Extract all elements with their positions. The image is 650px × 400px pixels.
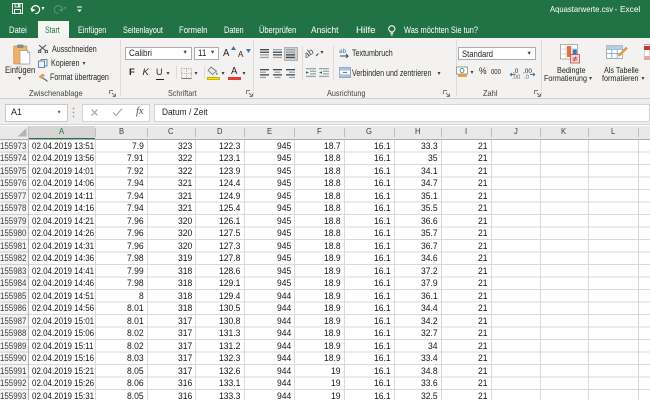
svg-text:ab: ab	[339, 48, 347, 55]
svg-text:,0: ,0	[513, 68, 519, 75]
svg-text:,00: ,00	[523, 68, 532, 75]
svg-text:,00: ,00	[512, 75, 521, 79]
svg-text:,0: ,0	[524, 75, 530, 79]
svg-text:ab: ab	[305, 47, 315, 59]
